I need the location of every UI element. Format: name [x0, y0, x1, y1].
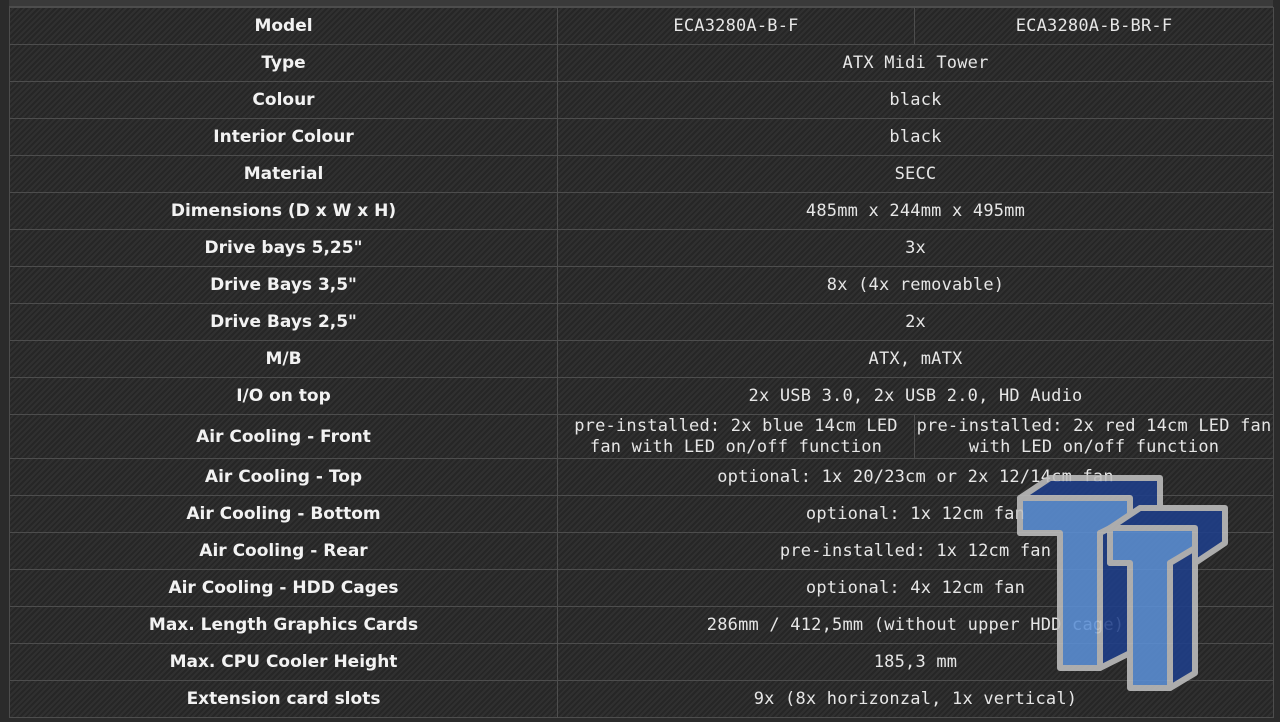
table-row: Material SECC: [9, 155, 1274, 193]
row-label: Drive bays 5,25": [9, 229, 558, 267]
row-value: pre-installed: 2x blue 14cm LED fan with…: [557, 414, 915, 459]
row-label: Drive Bays 2,5": [9, 303, 558, 341]
table-top-edge: [9, 0, 1273, 7]
table-row: Colour black: [9, 81, 1274, 119]
row-label: Air Cooling - Top: [9, 458, 558, 496]
row-label: Air Cooling - Bottom: [9, 495, 558, 533]
row-label: Air Cooling - Front: [9, 414, 558, 459]
table-row: Drive Bays 3,5" 8x (4x removable): [9, 266, 1274, 304]
row-value: 2x USB 3.0, 2x USB 2.0, HD Audio: [557, 377, 1274, 415]
row-label: Dimensions (D x W x H): [9, 192, 558, 230]
row-label: Drive Bays 3,5": [9, 266, 558, 304]
row-label: Extension card slots: [9, 680, 558, 718]
table-row: Drive Bays 2,5" 2x: [9, 303, 1274, 341]
row-label: M/B: [9, 340, 558, 378]
table-row: Air Cooling - Front pre-installed: 2x bl…: [9, 414, 1274, 459]
row-value: ATX Midi Tower: [557, 44, 1274, 82]
table-row: M/B ATX, mATX: [9, 340, 1274, 378]
row-label: Air Cooling - HDD Cages: [9, 569, 558, 607]
table-row: Interior Colour black: [9, 118, 1274, 156]
row-value: pre-installed: 2x red 14cm LED fan with …: [914, 414, 1274, 459]
row-value: 2x: [557, 303, 1274, 341]
row-value: ATX, mATX: [557, 340, 1274, 378]
row-value: 3x: [557, 229, 1274, 267]
table-row: I/O on top 2x USB 3.0, 2x USB 2.0, HD Au…: [9, 377, 1274, 415]
row-label: Max. Length Graphics Cards: [9, 606, 558, 644]
row-label: Colour: [9, 81, 558, 119]
row-value: ECA3280A-B-F: [557, 7, 915, 45]
row-value: SECC: [557, 155, 1274, 193]
table-row: Dimensions (D x W x H) 485mm x 244mm x 4…: [9, 192, 1274, 230]
row-label: Model: [9, 7, 558, 45]
tt-watermark-icon: [1017, 475, 1228, 691]
row-label: Interior Colour: [9, 118, 558, 156]
row-label: Material: [9, 155, 558, 193]
row-label: Type: [9, 44, 558, 82]
row-label: Max. CPU Cooler Height: [9, 643, 558, 681]
table-row: Model ECA3280A-B-F ECA3280A-B-BR-F: [9, 7, 1274, 45]
row-value: 485mm x 244mm x 495mm: [557, 192, 1274, 230]
table-row: Drive bays 5,25" 3x: [9, 229, 1274, 267]
row-value: ECA3280A-B-BR-F: [914, 7, 1274, 45]
table-row: Type ATX Midi Tower: [9, 44, 1274, 82]
row-value: 8x (4x removable): [557, 266, 1274, 304]
row-label: Air Cooling - Rear: [9, 532, 558, 570]
row-label: I/O on top: [9, 377, 558, 415]
row-value: black: [557, 81, 1274, 119]
row-value: black: [557, 118, 1274, 156]
